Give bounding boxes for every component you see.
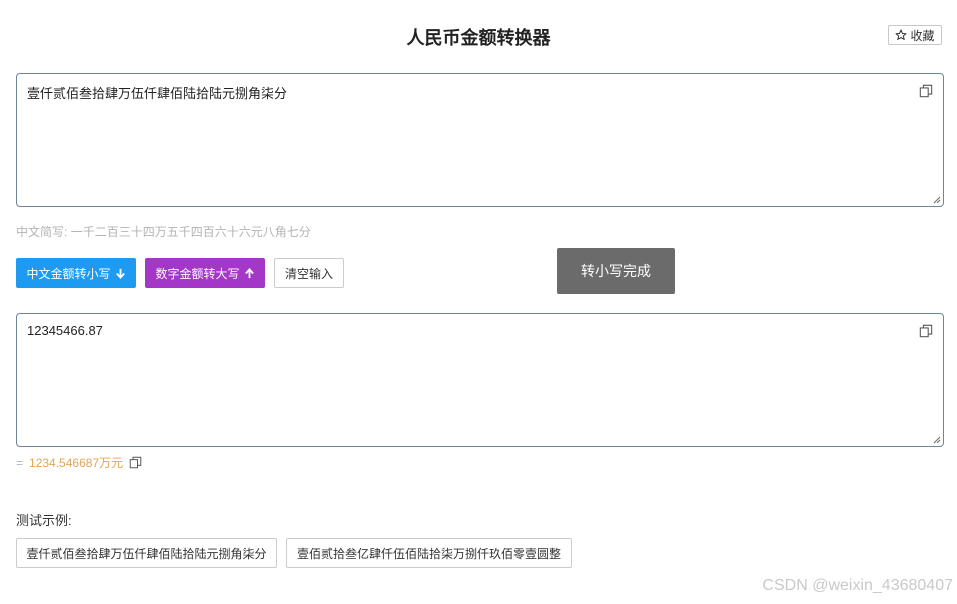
star-icon xyxy=(895,29,907,40)
chinese-to-lower-button[interactable]: 中文金额转小写 xyxy=(16,258,136,288)
chinese-simple-value: 一千二百三十四万五千四百六十六元八角七分 xyxy=(70,225,311,239)
result-prefix: = xyxy=(16,455,24,470)
examples-label: 测试示例: xyxy=(16,513,72,528)
example-button[interactable]: 壹佰贰拾叁亿肆仟伍佰陆拾柒万捌仟玖佰零壹圆整 xyxy=(286,538,572,568)
copy-icon[interactable] xyxy=(919,324,933,338)
chinese-simple-label: 中文简写: xyxy=(16,225,68,239)
chinese-amount-text: 壹仟贰佰叁拾肆万伍仟肆佰陆拾陆元捌角柒分 xyxy=(27,86,288,101)
number-to-upper-label: 数字金额转大写 xyxy=(155,266,240,281)
chinese-amount-textarea[interactable]: 壹仟贰佰叁拾肆万伍仟肆佰陆拾陆元捌角柒分 xyxy=(16,73,944,207)
toast-message: 转小写完成 xyxy=(557,248,675,294)
chinese-simple-hint: 中文简写: 一千二百三十四万五千四百六十六元八角七分 xyxy=(16,223,311,240)
page-title: 人民币金额转换器 xyxy=(406,28,551,48)
resize-grip-icon[interactable] xyxy=(933,436,941,444)
result-value: 1234.546687万元 xyxy=(29,456,124,470)
number-to-upper-button[interactable]: 数字金额转大写 xyxy=(145,258,265,288)
arrow-up-icon xyxy=(244,267,254,278)
copy-icon[interactable] xyxy=(129,456,142,469)
favorite-label: 收藏 xyxy=(910,28,935,43)
resize-grip-icon[interactable] xyxy=(933,196,941,204)
example-button[interactable]: 壹仟贰佰叁拾肆万伍仟肆佰陆拾陆元捌角柒分 xyxy=(16,538,277,568)
arrow-down-icon xyxy=(115,268,125,279)
favorite-button[interactable]: 收藏 xyxy=(888,25,942,45)
watermark: CSDN @weixin_43680407 xyxy=(762,577,953,594)
clear-input-button[interactable]: 清空输入 xyxy=(274,258,344,288)
copy-icon[interactable] xyxy=(919,84,933,98)
number-amount-text: 12345466.87 xyxy=(27,323,103,338)
wan-result: = 1234.546687万元 xyxy=(16,454,142,471)
chinese-to-lower-label: 中文金额转小写 xyxy=(26,266,111,281)
number-amount-textarea[interactable]: 12345466.87 xyxy=(16,313,944,447)
